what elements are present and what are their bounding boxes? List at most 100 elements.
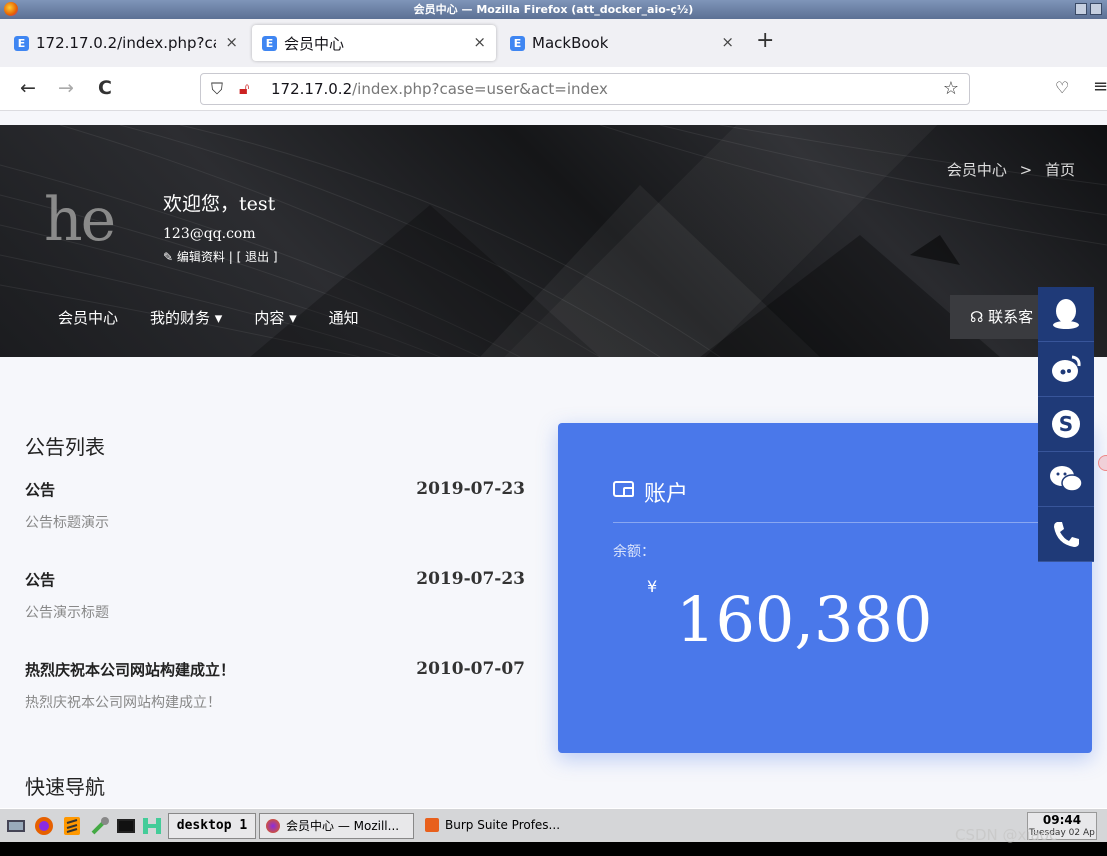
- announcement-summary: 公告演示标题: [25, 605, 109, 621]
- breadcrumb-home[interactable]: 首页: [1045, 161, 1075, 179]
- window-title: 会员中心 — Mozilla Firefox (att_docker_aio-ç…: [413, 3, 694, 16]
- skype-icon: S: [1052, 410, 1080, 438]
- announcement-item[interactable]: 公告 2019-07-23 公告演示标题: [25, 569, 525, 622]
- url-path: /index.php?case=user&act=index: [352, 80, 608, 98]
- announcement-item[interactable]: 公告 2019-07-23 公告标题演示: [25, 479, 525, 532]
- breadcrumb: 会员中心 > 首页: [947, 159, 1075, 180]
- wechat-icon: [1050, 466, 1083, 492]
- balance-amount: 160,380: [676, 583, 933, 656]
- phone-icon: [1054, 522, 1079, 547]
- desktop-switcher[interactable]: desktop 1: [168, 813, 256, 839]
- announcement-summary: 公告标题演示: [25, 515, 109, 531]
- svg-text:S: S: [1059, 412, 1073, 436]
- tab-label: 172.17.0.2/index.php?ca: [36, 34, 216, 52]
- pocket-icon[interactable]: ♡: [1055, 78, 1069, 97]
- window-titlebar: 会员中心 — Mozilla Firefox (att_docker_aio-ç…: [0, 0, 1107, 19]
- phone-button[interactable]: [1038, 507, 1094, 562]
- site-favicon-icon: E: [510, 35, 525, 51]
- task-label: Burp Suite Profes...: [445, 818, 561, 832]
- weibo-button[interactable]: [1038, 342, 1094, 397]
- announcement-summary: 热烈庆祝本公司网站构建成立！: [25, 695, 221, 711]
- account-card: 账户 余额： ¥ 160,380: [558, 423, 1092, 753]
- forward-button[interactable]: →: [58, 77, 74, 99]
- announcement-date: 2019-07-23: [416, 479, 525, 499]
- taskbar-firefox-window[interactable]: 会员中心 — Mozill...: [259, 813, 414, 839]
- announcement-item[interactable]: 热烈庆祝本公司网站构建成立！ 2010-07-07 热烈庆祝本公司网站构建成立！: [25, 659, 525, 712]
- nav-notifications[interactable]: 通知: [329, 307, 359, 328]
- qq-icon: [1053, 299, 1079, 329]
- new-tab-button[interactable]: +: [756, 28, 774, 53]
- reload-button[interactable]: C: [98, 77, 112, 99]
- screen-bottom-border: [0, 842, 1107, 856]
- watermark: CSDN @xiaoc: [955, 826, 1058, 844]
- contact-support-button[interactable]: ☊ 联系客: [950, 295, 1050, 339]
- announcement-date: 2019-07-23: [416, 569, 525, 589]
- taskbar-burp-window[interactable]: Burp Suite Profes...: [419, 813, 589, 839]
- nav-content-dropdown[interactable]: 内容 ▾: [254, 307, 296, 328]
- shield-icon[interactable]: ⛉: [211, 74, 223, 104]
- show-desktop-icon[interactable]: [6, 816, 26, 836]
- qq-button[interactable]: [1038, 287, 1094, 342]
- terminal-launcher-icon[interactable]: [116, 816, 136, 836]
- wallet-icon: [613, 481, 634, 497]
- card-divider: [613, 522, 1053, 523]
- screen: 会员中心 — Mozilla Firefox (att_docker_aio-ç…: [0, 0, 1107, 856]
- burp-icon: [425, 818, 439, 832]
- weibo-icon: [1052, 355, 1081, 382]
- tab-mackbook[interactable]: E MackBook ×: [500, 25, 744, 61]
- logout-link[interactable]: [ 退出 ]: [237, 250, 278, 264]
- welcome-text: 欢迎您，test: [163, 193, 276, 215]
- profile-links: ✎ 编辑资料 | [ 退出 ]: [163, 248, 278, 265]
- announcement-date: 2010-07-07: [416, 659, 525, 679]
- account-title: 账户: [644, 482, 689, 507]
- close-tab-icon[interactable]: ×: [225, 33, 238, 51]
- nav-member-center[interactable]: 会员中心: [58, 307, 118, 328]
- app-launcher-icon[interactable]: [142, 816, 162, 836]
- link-separator: |: [228, 250, 233, 264]
- insecure-lock-icon[interactable]: 🔓︎: [239, 74, 249, 104]
- site-logo[interactable]: he: [44, 185, 116, 255]
- bookmark-star-icon[interactable]: ☆: [943, 74, 959, 104]
- close-tab-icon[interactable]: ×: [721, 33, 734, 51]
- url-bar[interactable]: ⛉ 🔓︎ 172.17.0.2/index.php?case=user&act=…: [200, 73, 970, 105]
- tab-member-center[interactable]: E 会员中心 ×: [252, 25, 496, 61]
- floating-widget-icon[interactable]: [1098, 455, 1107, 471]
- close-tab-icon[interactable]: ×: [473, 33, 486, 51]
- site-favicon-icon: E: [262, 35, 277, 51]
- user-email: 123@qq.com: [163, 226, 256, 242]
- quick-nav-title: 快速导航: [25, 775, 105, 799]
- nav-finance-dropdown[interactable]: 我的财务 ▾: [150, 307, 222, 328]
- edit-icon: ✎: [163, 250, 174, 264]
- firefox-icon: [266, 819, 280, 833]
- side-toolbar: S: [1038, 287, 1094, 562]
- wechat-button[interactable]: [1038, 452, 1094, 507]
- tab-label: MackBook: [532, 34, 609, 52]
- back-button[interactable]: ←: [20, 77, 36, 99]
- os-taskbar: desktop 1 会员中心 — Mozill... Burp Suite Pr…: [0, 808, 1107, 842]
- page-content: he 欢迎您，test 123@qq.com ✎ 编辑资料 | [ 退出 ] 会…: [0, 111, 1107, 808]
- sublime-launcher-icon[interactable]: [62, 816, 82, 836]
- announcement-list-title: 公告列表: [25, 435, 105, 459]
- firefox-icon: [4, 2, 18, 16]
- site-favicon-icon: E: [14, 35, 29, 51]
- main-nav: 会员中心 我的财务 ▾ 内容 ▾ 通知: [58, 307, 391, 328]
- balance-label: 余额：: [613, 544, 655, 560]
- member-header: he 欢迎您，test 123@qq.com ✎ 编辑资料 | [ 退出 ] 会…: [0, 125, 1107, 357]
- breadcrumb-separator: >: [1019, 161, 1033, 179]
- url-text[interactable]: 172.17.0.2/index.php?case=user&act=index: [271, 74, 608, 104]
- skype-button[interactable]: S: [1038, 397, 1094, 452]
- firefox-launcher-icon[interactable]: [34, 816, 54, 836]
- tools-launcher-icon[interactable]: [90, 816, 110, 836]
- menu-icon[interactable]: ≡: [1093, 76, 1107, 97]
- edit-profile-link[interactable]: 编辑资料: [177, 250, 225, 264]
- minimize-button[interactable]: [1075, 3, 1087, 15]
- tab-index[interactable]: E 172.17.0.2/index.php?ca ×: [4, 25, 248, 61]
- headset-icon: ☊: [970, 308, 984, 326]
- maximize-button[interactable]: [1090, 3, 1102, 15]
- breadcrumb-member-center[interactable]: 会员中心: [947, 161, 1007, 179]
- contact-label: 联系客: [988, 308, 1034, 326]
- clock-time: 09:44: [1042, 813, 1082, 827]
- url-host: 172.17.0.2: [271, 80, 353, 98]
- currency-symbol: ¥: [647, 577, 658, 596]
- tab-strip: E 172.17.0.2/index.php?ca × E 会员中心 × E M…: [0, 19, 1107, 67]
